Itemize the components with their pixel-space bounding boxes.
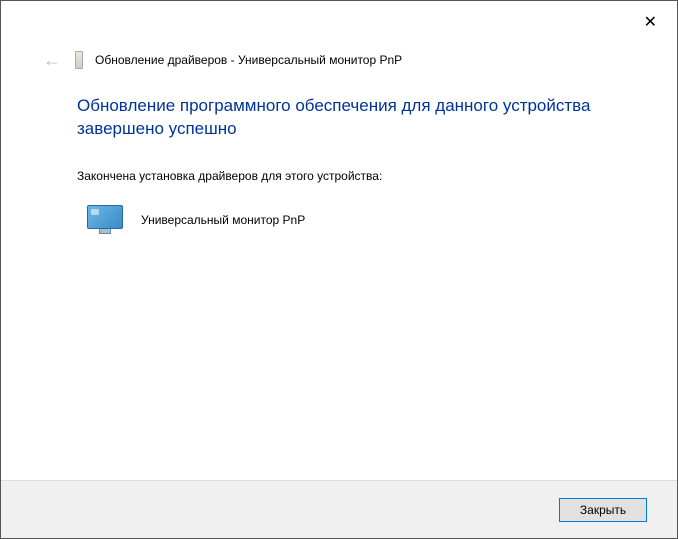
footer: Закрыть xyxy=(1,480,677,538)
main-heading: Обновление программного обеспечения для … xyxy=(77,95,629,141)
monitor-icon xyxy=(87,205,123,235)
status-text: Закончена установка драйверов для этого … xyxy=(77,169,629,183)
titlebar: ✕ xyxy=(1,1,677,45)
content-area: Обновление программного обеспечения для … xyxy=(1,79,677,480)
header-title: Обновление драйверов - Универсальный мон… xyxy=(95,53,402,67)
close-button[interactable]: Закрыть xyxy=(559,498,647,522)
back-arrow-icon: ← xyxy=(41,49,63,71)
driver-update-dialog: ✕ ← Обновление драйверов - Универсальный… xyxy=(0,0,678,539)
device-row: Универсальный монитор PnP xyxy=(77,205,629,235)
device-name-label: Универсальный монитор PnP xyxy=(141,213,305,227)
close-icon[interactable]: ✕ xyxy=(638,9,663,37)
device-small-icon xyxy=(75,51,83,69)
header: ← Обновление драйверов - Универсальный м… xyxy=(1,45,677,79)
